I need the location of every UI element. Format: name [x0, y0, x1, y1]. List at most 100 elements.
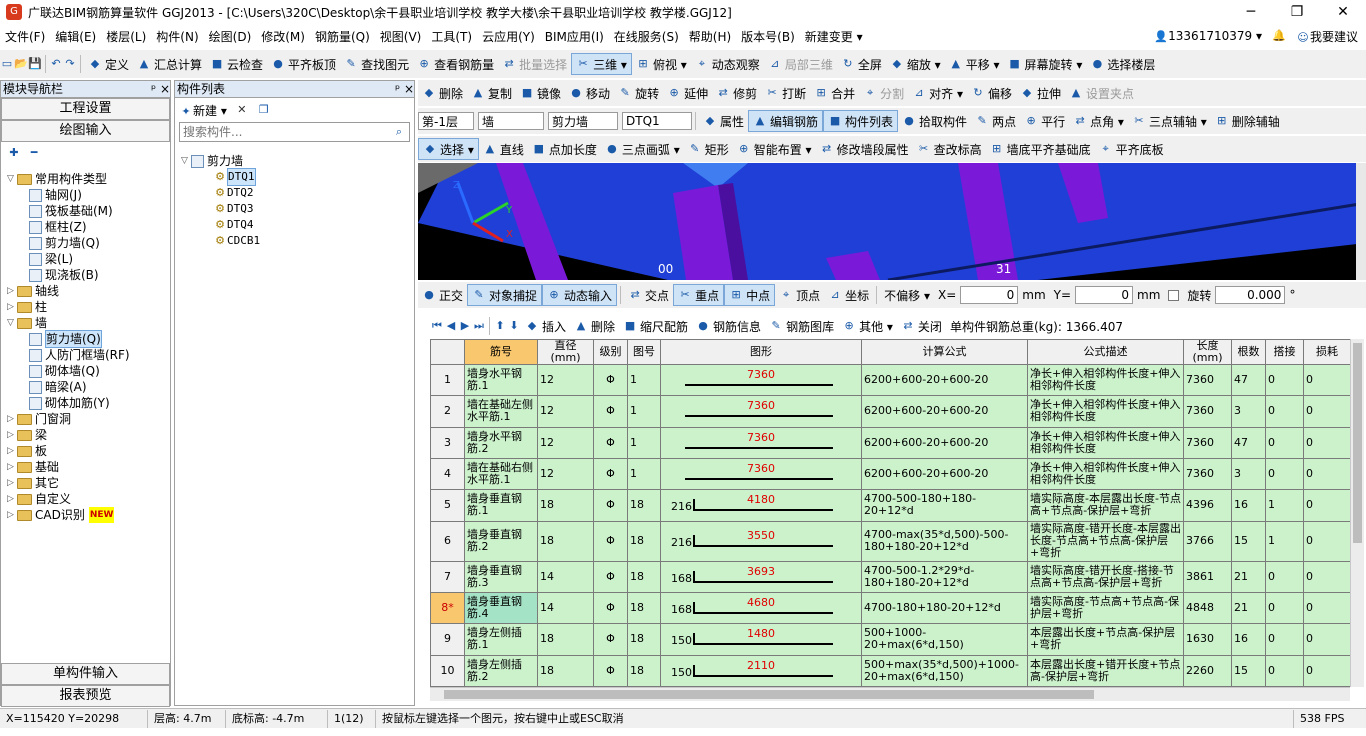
toolbar-button[interactable]: ● 移动: [565, 82, 614, 104]
menu-item[interactable]: BIM应用(I): [540, 28, 609, 45]
search-input[interactable]: [183, 125, 383, 139]
table-row[interactable]: 10 墙身左侧插筋.2 18 Φ 18 2110 150 500+max(35*d,500)+…: [430, 654, 1351, 688]
nav-tree-item[interactable]: 人防门框墙(RF): [7, 347, 130, 363]
formula-description[interactable]: 本层露出长度+错开长度+节点高-保护层+弯折: [1027, 654, 1184, 688]
expand-icon[interactable]: ▷: [7, 475, 17, 491]
rebar-shape[interactable]: 4680 168: [660, 591, 862, 625]
loss[interactable]: 0: [1303, 560, 1351, 593]
menu-item[interactable]: 构件(N): [151, 28, 203, 45]
diameter[interactable]: 12: [537, 426, 594, 459]
row-number[interactable]: 6: [430, 520, 465, 562]
expand-all-icon[interactable]: ✚: [7, 146, 21, 160]
delete-icon[interactable]: ✕: [235, 103, 249, 117]
toolbar-button[interactable]: ⌖ 分割: [859, 82, 908, 104]
toolbar-button[interactable]: ⊿ 局部三维: [764, 53, 837, 75]
menu-item[interactable]: 楼层(L): [101, 28, 151, 45]
nav-tree-item[interactable]: 暗梁(A): [7, 379, 130, 395]
grade[interactable]: Φ: [593, 520, 628, 562]
menu-item[interactable]: 钢筋量(Q): [310, 28, 375, 45]
floor-select[interactable]: 第-1层: [418, 112, 474, 130]
formula[interactable]: 4700-max(35*d,500)-500-180+180-20+12*d: [861, 520, 1028, 562]
loss[interactable]: 0: [1303, 489, 1351, 522]
rebar-name[interactable]: 墙身水平钢筋.2: [464, 426, 538, 459]
next-record-icon[interactable]: ▶: [458, 319, 472, 333]
row-number[interactable]: 8*: [430, 591, 465, 625]
x-input[interactable]: 0: [960, 286, 1019, 304]
toolbar-button[interactable]: ■ 点加长度: [528, 138, 601, 160]
row-number[interactable]: 7: [430, 560, 465, 593]
toolbar-button[interactable]: ✎ 矩形: [684, 138, 733, 160]
menu-item[interactable]: 视图(V): [375, 28, 427, 45]
lap[interactable]: 1: [1265, 489, 1304, 522]
figure-number[interactable]: 1: [627, 457, 661, 491]
toolbar-button[interactable]: ⊕ 平行: [1020, 110, 1069, 132]
length[interactable]: 7360: [1183, 363, 1232, 397]
formula-description[interactable]: 净长+伸入相邻构件长度+伸入相邻构件长度: [1027, 426, 1184, 459]
toolbar-button[interactable]: ⇄ 修改墙段属性: [816, 138, 913, 160]
restore-button[interactable]: ❐: [1274, 0, 1320, 24]
toolbar-button[interactable]: ⊕ 其他 ▾: [838, 315, 897, 337]
nav-tree-item[interactable]: ▷ 其它: [7, 475, 130, 491]
single-component-button[interactable]: 单构件输入: [1, 663, 170, 685]
table-row[interactable]: 8* 墙身垂直钢筋.4 14 Φ 18 4680 168 4700-180+180-20+12…: [430, 591, 1351, 625]
new-file-icon[interactable]: ▭: [0, 57, 14, 71]
menu-item[interactable]: 绘图(D): [204, 28, 257, 45]
grade[interactable]: Φ: [593, 426, 628, 459]
rebar-shape[interactable]: 2110 150: [660, 654, 862, 688]
snap-button[interactable]: ⇄ 交点: [624, 284, 673, 306]
lap[interactable]: 0: [1265, 426, 1304, 459]
nav-tree-item[interactable]: ▷ 柱: [7, 299, 130, 315]
open-file-icon[interactable]: 📂: [14, 57, 28, 71]
toolbar-button[interactable]: ◆ 缩放 ▾: [886, 53, 945, 75]
rebar-shape[interactable]: 7360: [660, 457, 862, 491]
toolbar-button[interactable]: ⌖ 平齐底板: [1095, 138, 1168, 160]
loss[interactable]: 0: [1303, 520, 1351, 562]
figure-number[interactable]: 18: [627, 591, 661, 625]
count[interactable]: 15: [1231, 654, 1266, 688]
rebar-shape[interactable]: 3550 216: [660, 520, 862, 562]
nav-tree-item[interactable]: 筏板基础(M): [7, 203, 130, 219]
nav-tree-item[interactable]: 梁(L): [7, 251, 130, 267]
toolbar-button[interactable]: ● 三点画弧 ▾: [601, 138, 684, 160]
count[interactable]: 47: [1231, 363, 1266, 397]
menu-item[interactable]: 文件(F): [0, 28, 50, 45]
collapse-all-icon[interactable]: ━: [27, 146, 41, 160]
count[interactable]: 21: [1231, 560, 1266, 593]
row-number[interactable]: 3: [430, 426, 465, 459]
nav-tree-item[interactable]: ▷ 梁: [7, 427, 130, 443]
formula-description[interactable]: 本层露出长度+节点高-保护层+弯折: [1027, 623, 1184, 656]
table-row[interactable]: 1 墙身水平钢筋.1 12 Φ 1 7360 6200+600-20+600-20 净长+伸入…: [430, 363, 1351, 397]
count[interactable]: 16: [1231, 623, 1266, 656]
minimize-button[interactable]: ─: [1228, 0, 1274, 24]
bell-icon[interactable]: 🔔: [1272, 29, 1286, 43]
offset-select[interactable]: 不偏移 ▾: [880, 284, 934, 306]
toolbar-button[interactable]: ⇄ 修剪: [712, 82, 761, 104]
toolbar-button[interactable]: ⊞ 俯视 ▾: [632, 53, 691, 75]
toolbar-button[interactable]: ⇄ 批量选择: [498, 53, 571, 75]
expand-icon[interactable]: ▷: [7, 443, 17, 459]
advice-link[interactable]: ☺我要建议: [1296, 28, 1358, 45]
formula-description[interactable]: 墙实际高度-本层露出长度-节点高+节点高-保护层+弯折: [1027, 489, 1184, 522]
type-select[interactable]: 墙: [478, 112, 544, 130]
menu-item[interactable]: 新建变更 ▾: [800, 28, 868, 45]
diameter[interactable]: 12: [537, 363, 594, 397]
snap-button[interactable]: ⊿ 坐标: [824, 284, 873, 306]
table-row[interactable]: 7 墙身垂直钢筋.3 14 Φ 18 3693 168 4700-500-1.2*29*d-1…: [430, 560, 1351, 593]
snap-button[interactable]: ⊕ 动态输入: [542, 284, 618, 306]
toolbar-button[interactable]: ◆ 插入: [521, 315, 570, 337]
row-number[interactable]: 5: [430, 489, 465, 522]
length[interactable]: 4848: [1183, 591, 1232, 625]
lap[interactable]: 0: [1265, 457, 1304, 491]
move-down-icon[interactable]: ⬇: [507, 319, 521, 333]
save-icon[interactable]: 💾: [28, 57, 42, 71]
diameter[interactable]: 14: [537, 591, 594, 625]
expand-icon[interactable]: ▷: [7, 427, 17, 443]
grade[interactable]: Φ: [593, 560, 628, 593]
formula[interactable]: 500+max(35*d,500)+1000-20+max(6*d,150): [861, 654, 1028, 688]
draw-input-button[interactable]: 绘图输入: [1, 120, 170, 142]
grade[interactable]: Φ: [593, 457, 628, 491]
nav-tree-item[interactable]: ▷ 轴线: [7, 283, 130, 299]
prev-record-icon[interactable]: ◀: [444, 319, 458, 333]
expand-icon[interactable]: ▷: [7, 459, 17, 475]
snap-button[interactable]: ⊞ 中点: [724, 284, 776, 306]
